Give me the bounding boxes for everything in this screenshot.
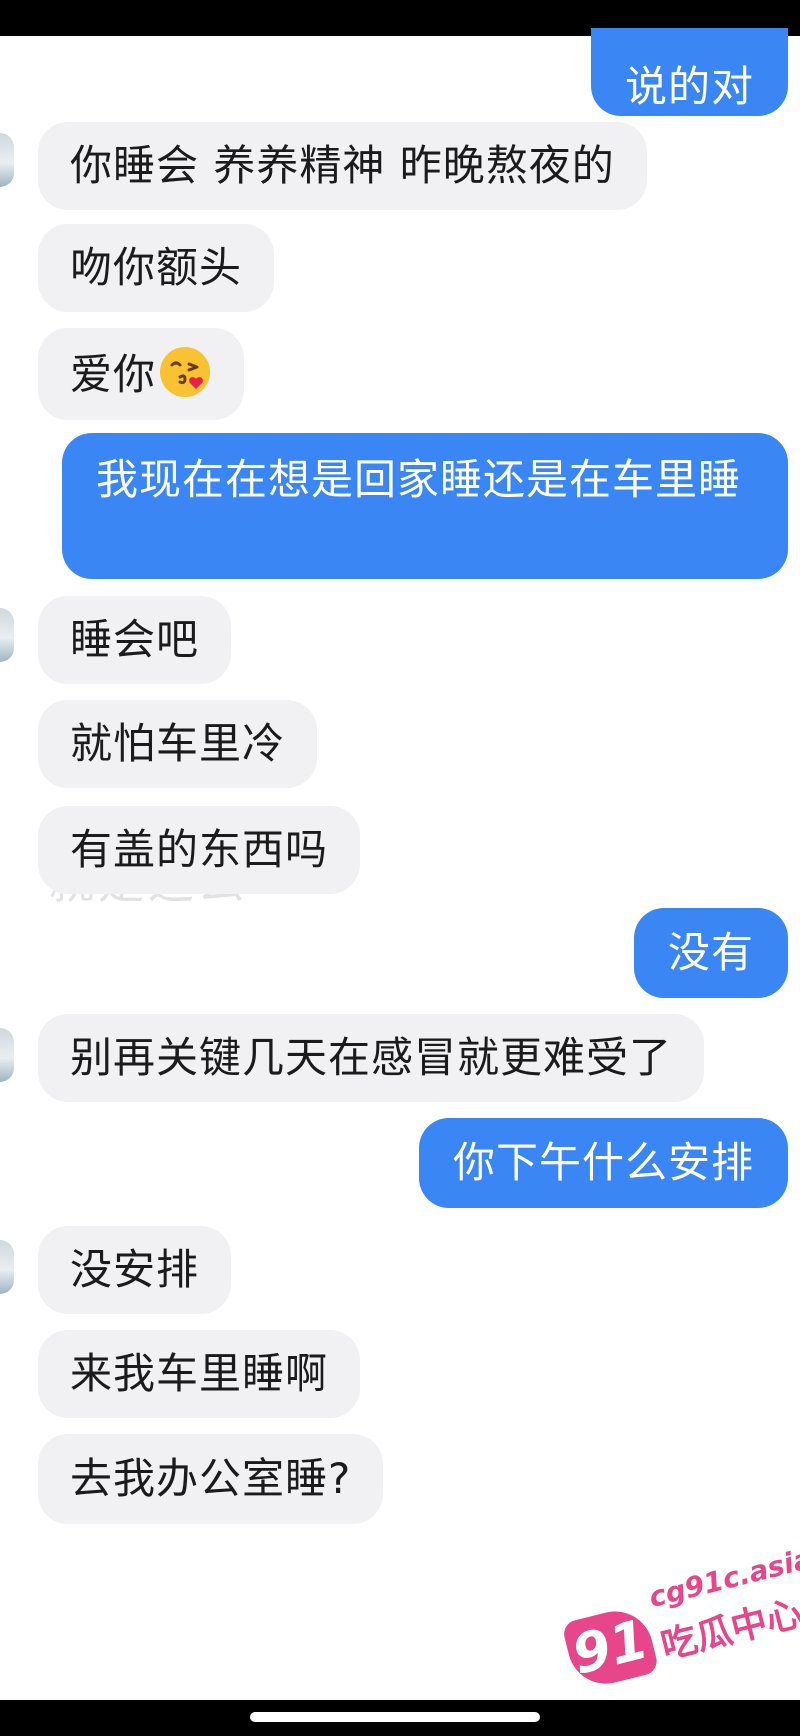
chat-screen: 说的对 你睡会 养养精神 昨晚熬夜的 吻你额头 爱你 我现在在想是回家睡还是在车… <box>0 0 800 1736</box>
home-indicator[interactable] <box>250 1712 540 1722</box>
message-text: 我现在在想是回家睡还是在车里睡 <box>96 455 742 504</box>
message-text: 你下午什么安排 <box>452 1138 754 1187</box>
message-text: 来我车里睡啊 <box>70 1349 329 1398</box>
message-text: 爱你 <box>70 350 157 399</box>
message-text: 说的对 <box>624 62 754 111</box>
watermark-number: 91 <box>561 1603 660 1692</box>
watermark-logo: 91 cg91c.asia 吃瓜中心 <box>551 1529 800 1720</box>
message-text: 就怕车里冷 <box>70 719 286 768</box>
message-text: 去我办公室睡? <box>70 1454 352 1503</box>
message-bubble-outgoing[interactable]: 说的对 <box>590 28 788 116</box>
message-text: 睡会吧 <box>70 615 200 664</box>
face-blowing-kiss-icon <box>160 347 211 397</box>
message-text: 没安排 <box>70 1245 200 1294</box>
message-text: 吻你额头 <box>70 243 243 292</box>
message-bubble-incoming[interactable]: 你睡会 养养精神 昨晚熬夜的 <box>38 122 647 210</box>
message-bubble-incoming[interactable]: 别再关键几天在感冒就更难受了 <box>38 1014 705 1102</box>
message-text: 没有 <box>667 928 754 977</box>
message-bubble-outgoing[interactable]: 我现在在想是回家睡还是在车里睡 <box>62 433 788 579</box>
message-bubble-incoming[interactable]: 没安排 <box>38 1226 232 1314</box>
message-bubble-outgoing[interactable]: 你下午什么安排 <box>418 1118 788 1208</box>
contact-avatar[interactable] <box>0 1028 14 1082</box>
contact-avatar[interactable] <box>0 1240 14 1294</box>
contact-avatar[interactable] <box>0 608 14 662</box>
message-text: 别再关键几天在感冒就更难受了 <box>70 1033 673 1082</box>
message-bubble-outgoing[interactable]: 没有 <box>633 908 788 998</box>
message-bubble-incoming[interactable]: 睡会吧 <box>38 596 232 684</box>
message-bubble-incoming[interactable]: 吻你额头 <box>38 224 275 312</box>
message-text: 你睡会 养养精神 昨晚熬夜的 <box>70 141 615 190</box>
message-bubble-incoming[interactable]: 爱你 <box>38 328 245 420</box>
message-bubble-incoming[interactable]: 去我办公室睡? <box>38 1434 384 1524</box>
message-bubble-incoming[interactable]: 来我车里睡啊 <box>38 1330 361 1418</box>
contact-avatar[interactable] <box>0 133 14 187</box>
message-bubble-incoming[interactable]: 就怕车里冷 <box>38 700 318 788</box>
message-bubble-incoming[interactable]: 有盖的东西吗 <box>38 806 361 894</box>
message-text: 有盖的东西吗 <box>70 825 329 874</box>
